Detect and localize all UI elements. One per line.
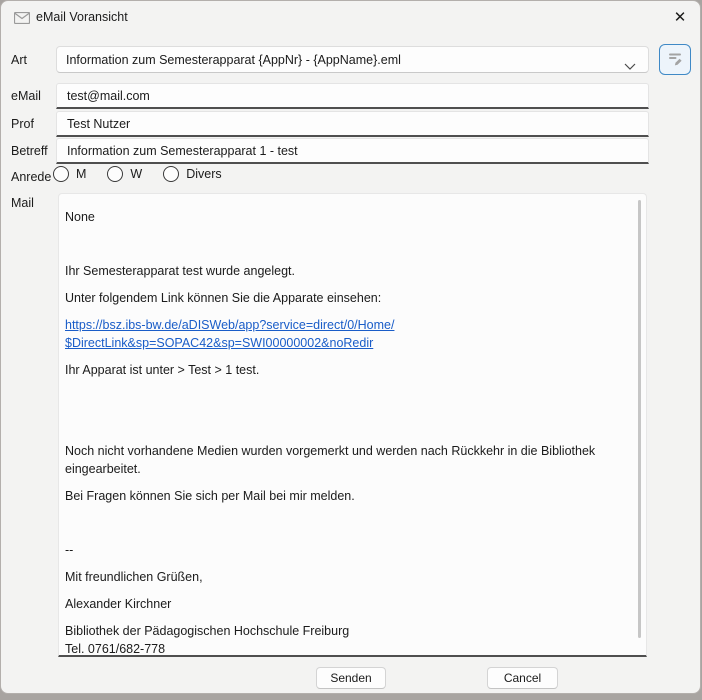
close-button[interactable]: ✕ xyxy=(669,7,691,27)
email-label: eMail xyxy=(11,89,41,103)
prof-field-value: Test Nutzer xyxy=(67,117,130,131)
betreff-label: Betreff xyxy=(11,144,48,158)
mail-body-paragraph: Bibliothek der Pädagogischen Hochschule … xyxy=(65,622,630,657)
mail-body-link[interactable]: https://bsz.ibs-bw.de/aDISWeb/app?servic… xyxy=(65,316,630,352)
mail-label: Mail xyxy=(11,196,34,210)
mail-body-paragraph: Unter folgendem Link können Sie die Appa… xyxy=(65,289,630,307)
radio-circle-w[interactable] xyxy=(107,166,123,182)
email-field[interactable]: test@mail.com xyxy=(56,83,649,109)
radio-circle-m[interactable] xyxy=(53,166,69,182)
art-combobox-value: Information zum Semesterapparat {AppNr} … xyxy=(66,53,401,67)
radio-label-w: W xyxy=(130,167,142,181)
mail-body-paragraph: Alexander Kirchner xyxy=(65,595,630,613)
scrollbar-thumb[interactable] xyxy=(638,200,641,638)
mail-body-paragraph: None xyxy=(65,208,630,226)
radio-option-w[interactable]: W xyxy=(107,166,142,182)
betreff-field[interactable]: Information zum Semesterapparat 1 - test xyxy=(56,138,649,164)
art-label: Art xyxy=(11,53,27,67)
mail-body-paragraph: Ihr Apparat ist unter > Test > 1 test. xyxy=(65,361,630,379)
betreff-field-value: Information zum Semesterapparat 1 - test xyxy=(67,144,298,158)
mail-body-paragraph xyxy=(65,235,630,253)
email-field-value: test@mail.com xyxy=(67,89,150,103)
radio-option-divers[interactable]: Divers xyxy=(163,166,221,182)
mail-body-paragraph xyxy=(65,514,630,532)
edit-list-icon xyxy=(666,49,684,70)
mail-body-textarea[interactable]: None Ihr Semesterapparat test wurde angel… xyxy=(58,193,647,657)
cancel-button[interactable]: Cancel xyxy=(487,667,558,689)
titlebar: eMail Voransicht ✕ xyxy=(1,1,700,33)
anrede-radio-group: M W Divers xyxy=(53,166,243,182)
mail-body-paragraph: Mit freundlichen Grüßen, xyxy=(65,568,630,586)
radio-option-m[interactable]: M xyxy=(53,166,86,182)
window-title: eMail Voransicht xyxy=(36,10,128,24)
anrede-label: Anrede xyxy=(11,170,51,184)
prof-field[interactable]: Test Nutzer xyxy=(56,111,649,137)
email-preview-dialog: eMail Voransicht ✕ Art Information zum S… xyxy=(0,0,701,694)
art-combobox[interactable]: Information zum Semesterapparat {AppNr} … xyxy=(56,46,649,73)
radio-label-m: M xyxy=(76,167,86,181)
mail-body-paragraph: -- xyxy=(65,541,630,559)
mail-body-paragraph xyxy=(65,388,630,406)
radio-label-divers: Divers xyxy=(186,167,221,181)
mail-body-paragraph: Bei Fragen können Sie sich per Mail bei … xyxy=(65,487,630,505)
edit-template-button[interactable] xyxy=(659,44,691,75)
mail-body-paragraph xyxy=(65,415,630,433)
envelope-icon xyxy=(14,11,30,23)
mail-body-paragraph: Ihr Semesterapparat test wurde angelegt. xyxy=(65,262,630,280)
send-button[interactable]: Senden xyxy=(316,667,386,689)
mail-body-paragraph: Noch nicht vorhandene Medien wurden vorg… xyxy=(65,442,630,478)
radio-circle-divers[interactable] xyxy=(163,166,179,182)
prof-label: Prof xyxy=(11,117,34,131)
chevron-down-icon xyxy=(624,57,636,64)
